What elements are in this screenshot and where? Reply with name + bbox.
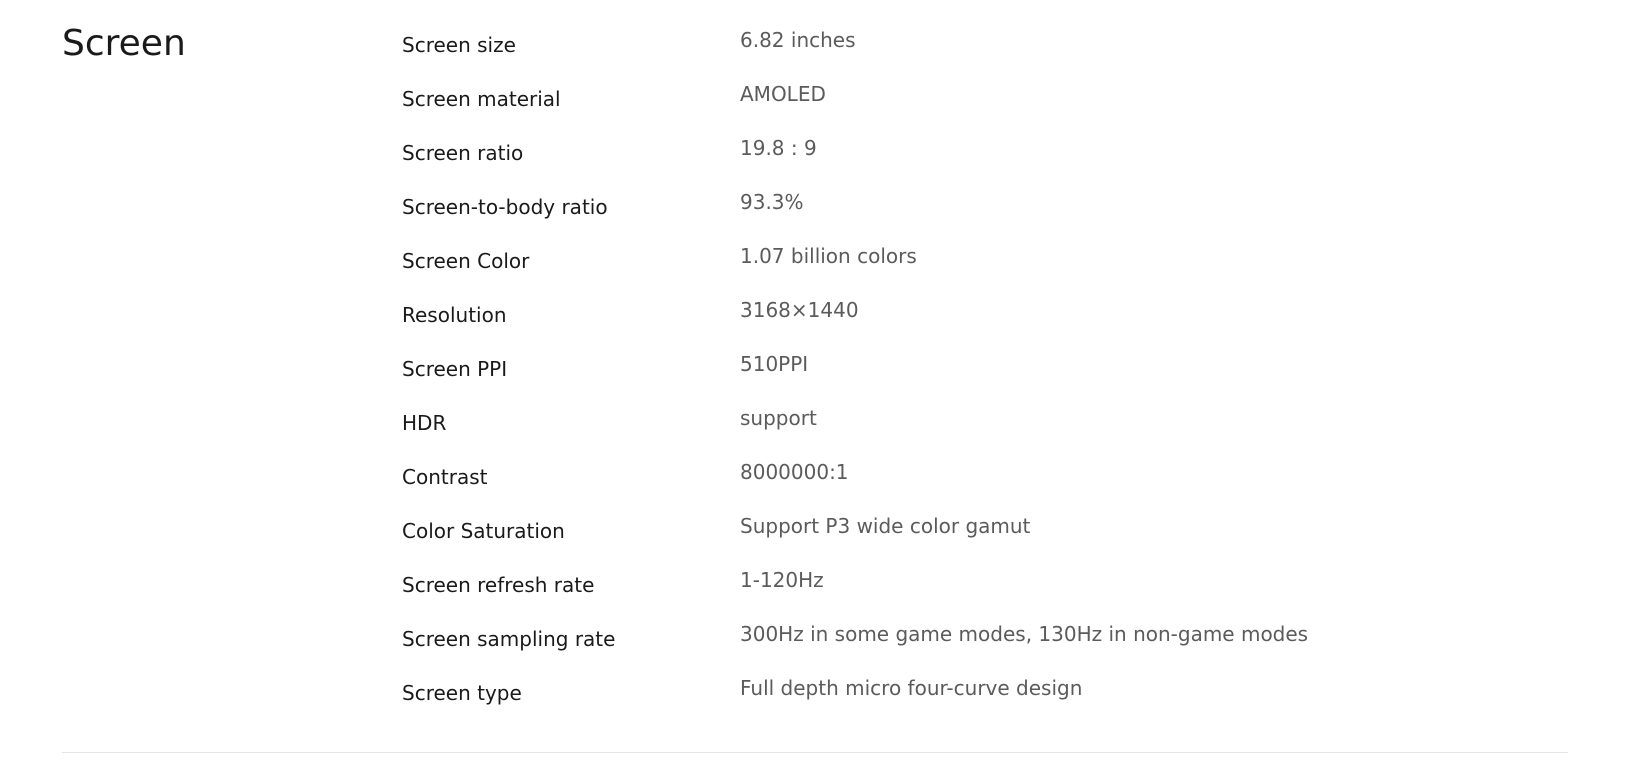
spec-row-contrast: Contrast 8000000:1 (402, 454, 1582, 508)
spec-row-hdr: HDR support (402, 400, 1582, 454)
spec-value: 1-120Hz (740, 568, 824, 592)
spec-value: 300Hz in some game modes, 130Hz in non-g… (740, 622, 1309, 646)
spec-label: Screen type (402, 681, 522, 705)
spec-label: Screen refresh rate (402, 573, 595, 597)
spec-list: Screen size 6.82 inches Screen material … (402, 22, 1582, 724)
spec-value: 6.82 inches (740, 28, 856, 52)
spec-value: 93.3% (740, 190, 804, 214)
spec-value: Support P3 wide color gamut (740, 514, 1031, 538)
spec-row-screen-size: Screen size 6.82 inches (402, 22, 1582, 76)
spec-row-screen-type: Screen type Full depth micro four-curve … (402, 670, 1582, 724)
spec-label: HDR (402, 411, 447, 435)
spec-label: Screen ratio (402, 141, 524, 165)
spec-value: support (740, 406, 817, 430)
spec-label: Screen PPI (402, 357, 508, 381)
spec-label: Screen material (402, 87, 561, 111)
spec-value: AMOLED (740, 82, 826, 106)
spec-label: Screen size (402, 33, 516, 57)
spec-row-screen-color: Screen Color 1.07 billion colors (402, 238, 1582, 292)
spec-label: Color Saturation (402, 519, 565, 543)
spec-label: Screen Color (402, 249, 530, 273)
spec-row-screen-to-body-ratio: Screen-to-body ratio 93.3% (402, 184, 1582, 238)
spec-row-screen-sampling-rate: Screen sampling rate 300Hz in some game … (402, 616, 1582, 670)
spec-value: 510PPI (740, 352, 809, 376)
spec-row-screen-material: Screen material AMOLED (402, 76, 1582, 130)
spec-label: Screen sampling rate (402, 627, 616, 651)
spec-row-screen-ppi: Screen PPI 510PPI (402, 346, 1582, 400)
spec-label: Screen-to-body ratio (402, 195, 608, 219)
spec-value: Full depth micro four-curve design (740, 676, 1083, 700)
spec-row-screen-ratio: Screen ratio 19.8 : 9 (402, 130, 1582, 184)
spec-row-color-saturation: Color Saturation Support P3 wide color g… (402, 508, 1582, 562)
spec-value: 3168×1440 (740, 298, 859, 322)
section-title: Screen (62, 23, 186, 64)
screen-specs-section: Screen Screen size 6.82 inches Screen ma… (0, 0, 1626, 782)
spec-row-resolution: Resolution 3168×1440 (402, 292, 1582, 346)
spec-label: Resolution (402, 303, 507, 327)
spec-value: 1.07 billion colors (740, 244, 917, 268)
spec-label: Contrast (402, 465, 488, 489)
spec-value: 8000000:1 (740, 460, 849, 484)
spec-row-screen-refresh-rate: Screen refresh rate 1-120Hz (402, 562, 1582, 616)
spec-value: 19.8 : 9 (740, 136, 817, 160)
section-divider (62, 752, 1568, 753)
